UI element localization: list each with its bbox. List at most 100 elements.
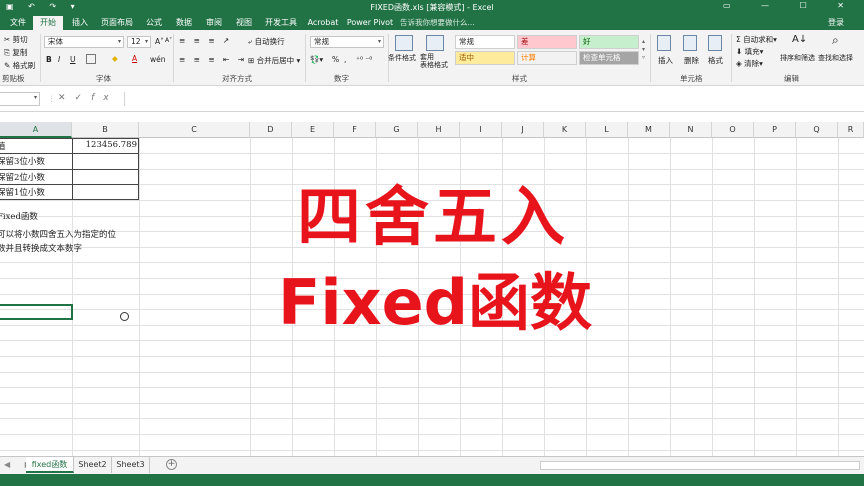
cut-button[interactable]: ✂ 剪切 bbox=[4, 34, 28, 45]
column-header-g[interactable]: G bbox=[376, 122, 418, 138]
style-neutral[interactable]: 适中 bbox=[455, 51, 515, 65]
cell-a2[interactable]: 保留3位小数 bbox=[0, 155, 45, 167]
cancel-icon[interactable]: ✕ bbox=[58, 93, 75, 103]
cell-b1[interactable]: 123456.789 bbox=[74, 140, 137, 150]
horizontal-scrollbar[interactable] bbox=[540, 461, 860, 470]
delete-cells-icon[interactable] bbox=[683, 35, 697, 51]
format-cells-button[interactable]: 格式 bbox=[708, 55, 723, 66]
insert-cells-button[interactable]: 插入 bbox=[658, 55, 673, 66]
sheet-tab-sheet3[interactable]: Sheet3 bbox=[112, 457, 150, 473]
grow-font-button[interactable]: A˄ bbox=[155, 37, 164, 46]
orientation-icon[interactable]: ↗ bbox=[223, 36, 229, 45]
search-icon[interactable]: ⌕ bbox=[832, 33, 839, 48]
phonetic-button[interactable]: wén bbox=[150, 55, 166, 64]
column-header-h[interactable]: H bbox=[418, 122, 460, 138]
decimal-buttons[interactable]: ⁺⁰ ⁻⁰ bbox=[356, 55, 372, 64]
format-as-table-button[interactable]: 套用 表格格式 bbox=[420, 53, 450, 69]
font-name-select[interactable]: 宋体 ▾ bbox=[44, 36, 124, 48]
column-header-p[interactable]: P bbox=[754, 122, 796, 138]
column-header-b[interactable]: B bbox=[72, 122, 139, 138]
sheet-tab-fixed[interactable]: fixed函数 bbox=[26, 457, 74, 473]
tab-home[interactable]: 开始 bbox=[33, 16, 63, 30]
tab-developer[interactable]: 开发工具 bbox=[260, 16, 302, 30]
window-controls[interactable]: ▭ — ☐ ✕ bbox=[723, 1, 858, 10]
format-painter-button[interactable]: ✎ 格式刷 bbox=[4, 60, 35, 71]
font-size-select[interactable]: 12 ▾ bbox=[127, 36, 151, 48]
format-as-table-icon[interactable] bbox=[426, 35, 444, 51]
formula-buttons[interactable]: ✕✓fx bbox=[58, 93, 118, 103]
tab-file[interactable]: 文件 bbox=[4, 16, 32, 30]
sheet-tab-sheet2[interactable]: Sheet2 bbox=[74, 457, 112, 473]
find-select-button[interactable]: 查找和选择 bbox=[818, 53, 853, 63]
column-header-o[interactable]: O bbox=[712, 122, 754, 138]
underline-button[interactable]: U bbox=[70, 55, 76, 64]
currency-button[interactable]: 💱▾ bbox=[310, 55, 323, 64]
tab-view[interactable]: 视图 bbox=[230, 16, 258, 30]
shrink-font-button[interactable]: A˅ bbox=[165, 37, 172, 44]
percent-button[interactable]: % bbox=[332, 55, 339, 64]
cell-a8[interactable]: 数并且转换成文本数字 bbox=[0, 242, 82, 254]
column-header-i[interactable]: I bbox=[460, 122, 502, 138]
column-header-n[interactable]: N bbox=[670, 122, 712, 138]
bold-button[interactable]: B bbox=[46, 55, 52, 64]
tab-review[interactable]: 审阅 bbox=[200, 16, 228, 30]
style-calculation[interactable]: 计算 bbox=[517, 51, 577, 65]
tab-power-pivot[interactable]: Power Pivot bbox=[344, 16, 396, 30]
column-header-e[interactable]: E bbox=[292, 122, 334, 138]
column-header-a[interactable]: A bbox=[0, 122, 72, 138]
comma-button[interactable]: , bbox=[344, 55, 346, 64]
column-header-q[interactable]: Q bbox=[796, 122, 838, 138]
number-format-select[interactable]: 常规 ▾ bbox=[310, 36, 384, 48]
tell-me-box[interactable]: 告诉我你想要做什么... bbox=[400, 17, 475, 28]
align-left-icons[interactable]: ≡ ≡ ≡ ⇤ ⇥ bbox=[179, 55, 247, 64]
column-header-f[interactable]: F bbox=[334, 122, 376, 138]
wrap-text-button[interactable]: ⤶ 自动换行 bbox=[248, 36, 285, 47]
styles-scroll-icon[interactable]: ▴ ▾ ▿ bbox=[642, 38, 645, 62]
copy-button[interactable]: ⎘ 复制 bbox=[4, 47, 27, 58]
clear-button[interactable]: ◈ 清除▾ bbox=[736, 58, 763, 69]
column-header-j[interactable]: J bbox=[502, 122, 544, 138]
insert-function-icon[interactable]: fx bbox=[91, 93, 118, 103]
border-icon[interactable] bbox=[86, 54, 96, 64]
sort-filter-button[interactable]: 排序和筛选 bbox=[780, 53, 815, 63]
tab-insert[interactable]: 插入 bbox=[66, 16, 94, 30]
insert-cells-icon[interactable] bbox=[657, 35, 671, 51]
column-header-c[interactable]: C bbox=[139, 122, 250, 138]
conditional-format-button[interactable]: 条件格式 bbox=[388, 53, 416, 63]
fill-color-icon[interactable]: ◆ bbox=[112, 54, 118, 63]
column-header-m[interactable]: M bbox=[628, 122, 670, 138]
column-header-l[interactable]: L bbox=[586, 122, 628, 138]
italic-button[interactable]: I bbox=[58, 55, 60, 64]
tab-data[interactable]: 数据 bbox=[170, 16, 198, 30]
add-sheet-button[interactable]: + bbox=[166, 459, 177, 470]
autosum-button[interactable]: Σ 自动求和▾ bbox=[736, 34, 777, 45]
format-cells-icon[interactable] bbox=[708, 35, 722, 51]
formula-input[interactable] bbox=[124, 92, 864, 106]
sort-filter-icon[interactable]: A↓ bbox=[792, 34, 807, 45]
cell-a4[interactable]: 保留1位小数 bbox=[0, 186, 45, 198]
cell-a7[interactable]: 可以将小数四舍五入为指定的位 bbox=[0, 228, 116, 240]
tab-formulas[interactable]: 公式 bbox=[140, 16, 168, 30]
column-header-d[interactable]: D bbox=[250, 122, 292, 138]
column-header-k[interactable]: K bbox=[544, 122, 586, 138]
style-check-cell[interactable]: 检查单元格 bbox=[579, 51, 639, 65]
login-link[interactable]: 登录 bbox=[828, 17, 844, 28]
delete-cells-button[interactable]: 删除 bbox=[684, 55, 699, 66]
tab-page-layout[interactable]: 页面布局 bbox=[96, 16, 138, 30]
name-box[interactable]: ▾ bbox=[0, 92, 40, 106]
cell-a6[interactable]: Fixed函数 bbox=[0, 210, 38, 222]
fill-button[interactable]: ⬇ 填充▾ bbox=[736, 46, 763, 57]
conditional-format-icon[interactable] bbox=[395, 35, 413, 51]
confirm-icon[interactable]: ✓ bbox=[75, 93, 92, 103]
style-bad[interactable]: 差 bbox=[517, 35, 577, 49]
align-top-icons[interactable]: ≡ ≡ ≡ bbox=[179, 36, 218, 45]
cell-a1[interactable]: 值 bbox=[0, 140, 6, 152]
active-cell-selection[interactable] bbox=[0, 304, 73, 320]
style-good[interactable]: 好 bbox=[579, 35, 639, 49]
style-normal[interactable]: 常规 bbox=[455, 35, 515, 49]
merge-center-button[interactable]: ⊞ 合并后居中 ▾ bbox=[248, 55, 300, 66]
column-header-r[interactable]: R bbox=[838, 122, 864, 138]
cell-a3[interactable]: 保留2位小数 bbox=[0, 171, 45, 183]
tab-acrobat[interactable]: Acrobat bbox=[304, 16, 342, 30]
font-color-icon[interactable]: A bbox=[132, 54, 137, 63]
